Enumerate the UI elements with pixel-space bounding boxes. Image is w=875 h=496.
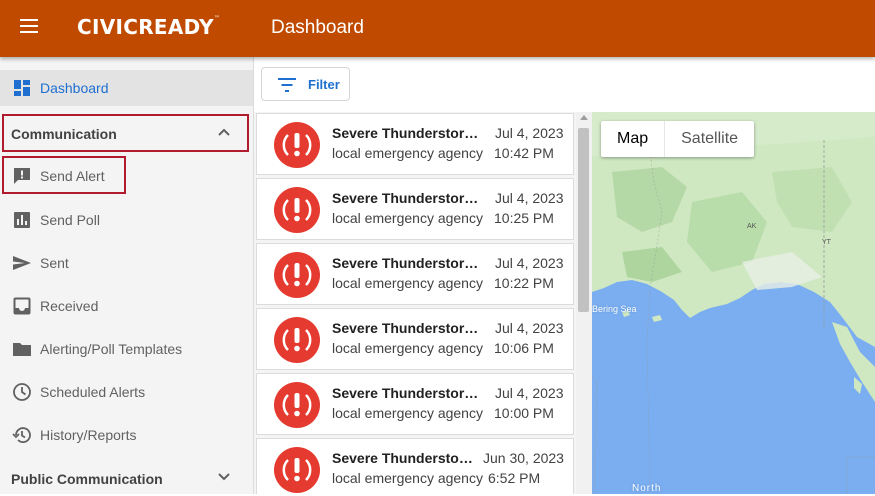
- alert-date: Jul 4, 2023: [495, 320, 564, 336]
- alert-message-icon: [14, 168, 30, 184]
- alert-card[interactable]: Severe Thunderstorm ... Jul 4, 2023 loca…: [256, 178, 574, 240]
- map-type-control: Map Satellite: [601, 121, 755, 157]
- sidebar-item-received[interactable]: Received: [0, 288, 253, 324]
- alert-card[interactable]: Severe Thunderstorm ... Jul 4, 2023 loca…: [256, 373, 574, 435]
- alert-list: Severe Thunderstorm ... Jul 4, 2023 loca…: [254, 112, 592, 494]
- sidebar-item-sent[interactable]: Sent: [0, 245, 253, 281]
- alert-title: Severe Thunderstor...: [332, 450, 474, 466]
- alert-agency: local emergency agency: [332, 470, 483, 486]
- chevron-up-icon: [218, 128, 230, 136]
- alert-time: 10:22 PM: [494, 275, 554, 291]
- alert-card[interactable]: Severe Thunderstorm ... Jul 4, 2023 loca…: [256, 243, 574, 305]
- alert-icon: [274, 382, 320, 428]
- alert-date: Jun 30, 2023: [483, 450, 564, 466]
- alert-date: Jul 4, 2023: [495, 125, 564, 141]
- filter-button[interactable]: Filter: [261, 67, 350, 101]
- alert-title: Severe Thunderstorm ...: [332, 320, 488, 336]
- sidebar-item-label: Sent: [40, 255, 69, 271]
- alert-icon: [274, 447, 320, 493]
- alert-title: Severe Thunderstorm ...: [332, 385, 488, 401]
- sidebar-item-label: History/Reports: [40, 427, 137, 443]
- sidebar-item-label: Send Alert: [40, 168, 105, 184]
- brand-logo: CIVICREADY™: [77, 15, 221, 39]
- alert-time: 6:52 PM: [488, 470, 541, 486]
- alert-date: Jul 4, 2023: [495, 385, 564, 401]
- dashboard-icon: [14, 80, 30, 96]
- alert-time: 10:42 PM: [494, 145, 554, 161]
- map-label-sea: Bering Sea: [592, 304, 637, 314]
- map-label-north: North: [632, 483, 662, 494]
- alert-date: Jul 4, 2023: [495, 255, 564, 271]
- alert-agency: local emergency agency: [332, 405, 483, 421]
- filter-icon: [278, 78, 296, 92]
- map-label-yt: YT: [822, 239, 831, 246]
- alert-card[interactable]: Severe Thunderstor... Jun 30, 2023 local…: [256, 438, 574, 494]
- alert-icon: [274, 187, 320, 233]
- alert-agency: local emergency agency: [332, 145, 483, 161]
- filter-label: Filter: [308, 77, 340, 92]
- section-public-communication[interactable]: Public Communication: [0, 460, 253, 496]
- section-title: Communication: [11, 126, 117, 142]
- menu-icon[interactable]: [20, 19, 38, 33]
- alert-title: Severe Thunderstorm ...: [332, 255, 488, 271]
- map-canvas: [592, 112, 875, 494]
- page-title: Dashboard: [271, 17, 364, 38]
- sidebar-item-label: Send Poll: [40, 212, 100, 228]
- alert-icon: [274, 317, 320, 363]
- sidebar-item-send-poll[interactable]: Send Poll: [0, 202, 253, 238]
- section-communication[interactable]: Communication: [0, 115, 253, 151]
- history-icon: [12, 427, 31, 443]
- alert-title: Severe Thunderstorm ...: [332, 125, 488, 141]
- map-type-map-button[interactable]: Map: [601, 121, 664, 157]
- alert-agency: local emergency agency: [332, 275, 483, 291]
- inbox-icon: [13, 297, 31, 315]
- alert-time: 10:00 PM: [494, 405, 554, 421]
- sidebar-item-send-alert[interactable]: Send Alert: [0, 158, 253, 194]
- sidebar: Dashboard Communication Send Alert Send …: [0, 57, 254, 494]
- poll-chart-icon: [14, 212, 30, 228]
- alert-icon: [274, 122, 320, 168]
- alert-time: 10:06 PM: [494, 340, 554, 356]
- alert-card[interactable]: Severe Thunderstorm ... Jul 4, 2023 loca…: [256, 308, 574, 370]
- chevron-down-icon: [218, 473, 230, 481]
- scroll-up-arrow-icon[interactable]: [580, 115, 588, 120]
- alert-agency: local emergency agency: [332, 210, 483, 226]
- sidebar-item-label: Scheduled Alerts: [40, 384, 146, 400]
- section-title: Public Communication: [11, 471, 163, 487]
- sidebar-item-scheduled-alerts[interactable]: Scheduled Alerts: [0, 374, 253, 410]
- alert-card[interactable]: Severe Thunderstorm ... Jul 4, 2023 loca…: [256, 113, 574, 175]
- list-scrollbar-thumb[interactable]: [578, 128, 589, 312]
- sidebar-item-label: Received: [40, 298, 99, 314]
- sidebar-item-label: Dashboard: [40, 80, 109, 96]
- alert-title: Severe Thunderstorm ...: [332, 190, 488, 206]
- sidebar-item-history-reports[interactable]: History/Reports: [0, 417, 253, 453]
- alert-agency: local emergency agency: [332, 340, 483, 356]
- map-type-satellite-button[interactable]: Satellite: [664, 121, 754, 157]
- send-icon: [13, 256, 31, 270]
- alert-icon: [274, 252, 320, 298]
- sidebar-item-label: Alerting/Poll Templates: [40, 341, 183, 357]
- alert-date: Jul 4, 2023: [495, 190, 564, 206]
- alert-time: 10:25 PM: [494, 210, 554, 226]
- sidebar-item-templates[interactable]: Alerting/Poll Templates: [0, 331, 253, 367]
- alert-map[interactable]: Bering Sea AK YT North: [592, 112, 875, 494]
- folder-icon: [13, 343, 31, 356]
- sidebar-item-dashboard[interactable]: Dashboard: [0, 70, 253, 106]
- clock-icon: [13, 383, 31, 401]
- map-label-ak: AK: [747, 223, 757, 230]
- top-app-bar: CIVICREADY™ Dashboard: [0, 0, 875, 57]
